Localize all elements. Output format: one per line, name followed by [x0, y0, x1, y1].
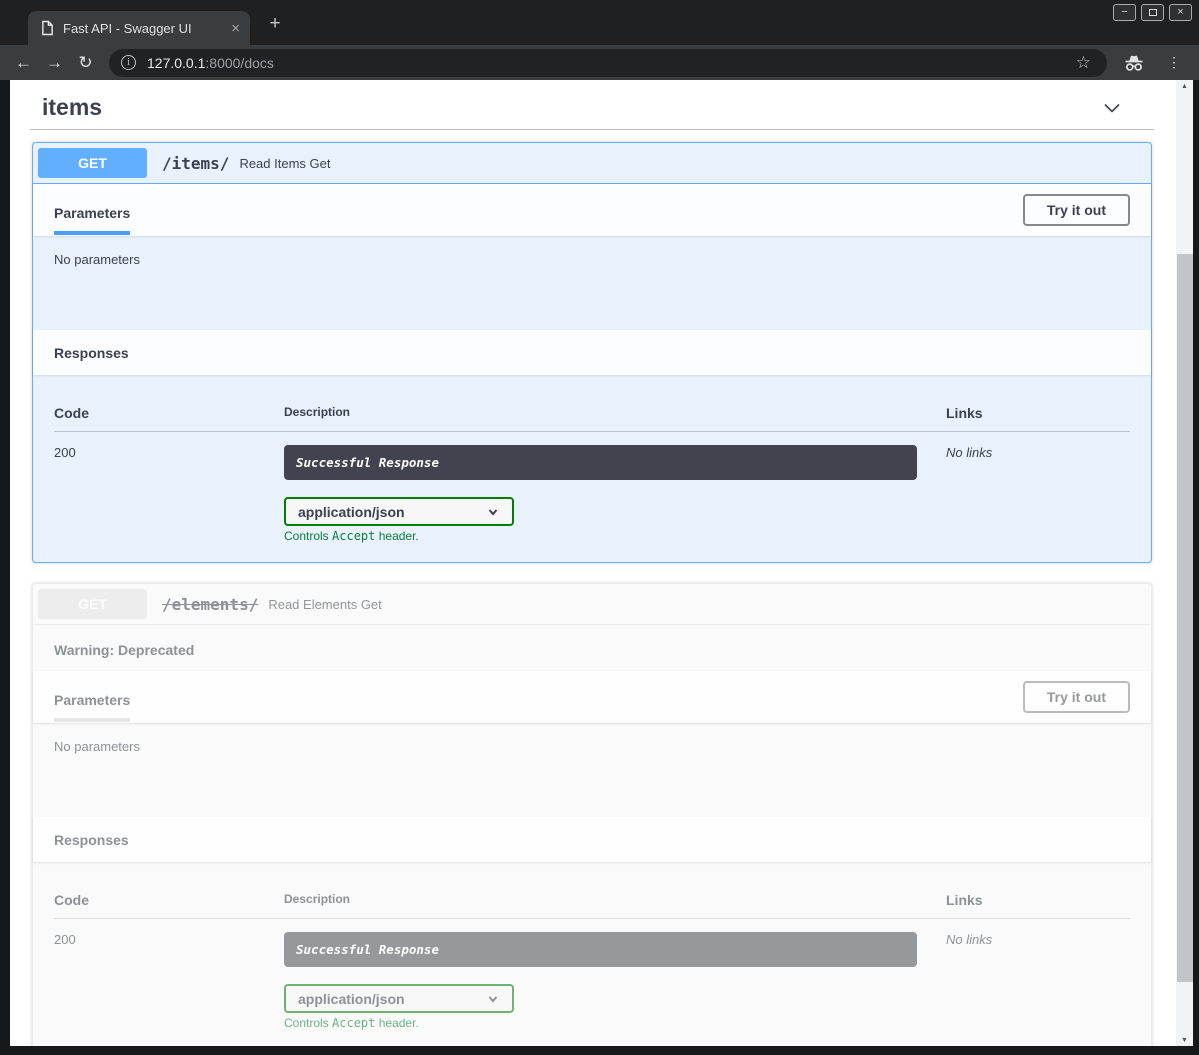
parameters-header: Parameters Try it out [33, 671, 1151, 723]
url-text: 127.0.0.1:8000/docs [147, 55, 274, 71]
responses-title: Responses [54, 832, 129, 848]
browser-window: Fast API - Swagger UI × + − × ← → ↻ i 12… [0, 0, 1199, 1055]
try-it-out-button[interactable]: Try it out [1023, 681, 1130, 713]
tag-section-header[interactable]: items [32, 80, 1152, 127]
column-links: Links [946, 892, 1130, 908]
accept-header-note: Controls Accept header. [284, 529, 946, 543]
url-host: 127.0.0.1 [147, 55, 205, 71]
back-button[interactable]: ← [8, 53, 39, 73]
scroll-down-icon[interactable]: ▼ [1176, 1037, 1193, 1044]
responses-header: Responses [33, 817, 1151, 862]
window-controls: − × [1113, 4, 1192, 21]
tab-title: Fast API - Swagger UI [63, 21, 225, 36]
links-value: No links [946, 445, 1130, 543]
media-type-select[interactable]: application/json [284, 984, 514, 1013]
select-chevron-icon [486, 992, 500, 1006]
accept-header-note: Controls Accept header. [284, 1016, 946, 1030]
endpoint-path: /items/ [157, 154, 229, 173]
media-type-value: application/json [298, 991, 405, 1007]
scroll-up-icon[interactable]: ▲ [1176, 83, 1193, 90]
column-code: Code [54, 892, 284, 908]
browser-viewport: items GET /items/ Read Items Get Paramet… [0, 80, 1199, 1055]
responses-title: Responses [54, 345, 129, 361]
media-type-select[interactable]: application/json [284, 497, 514, 526]
responses-table-head: Code Description Links [54, 405, 1130, 432]
method-badge: GET [38, 589, 147, 619]
select-chevron-icon [486, 505, 500, 519]
browser-menu-icon[interactable]: ⋮ [1155, 54, 1189, 71]
try-it-out-button[interactable]: Try it out [1023, 194, 1130, 226]
media-type-value: application/json [298, 504, 405, 520]
response-row: 200 Successful Response application/json… [54, 919, 1130, 1030]
incognito-icon [1113, 53, 1155, 73]
responses-table: Code Description Links 200 Successful Re… [33, 375, 1151, 562]
reload-button[interactable]: ↻ [70, 53, 101, 73]
tag-title: items [42, 94, 102, 121]
tab-strip: Fast API - Swagger UI × + − × [0, 0, 1199, 45]
endpoint-summary-text: Read Items Get [239, 156, 330, 171]
scrollbar-thumb[interactable] [1177, 254, 1193, 982]
parameters-header: Parameters Try it out [33, 184, 1151, 236]
maximize-icon [1149, 9, 1157, 16]
window-maximize-button[interactable] [1141, 4, 1164, 21]
tab-close-icon[interactable]: × [231, 20, 240, 37]
endpoint-path: /elements/ [157, 595, 258, 614]
column-description: Description [284, 892, 946, 908]
responses-table-head: Code Description Links [54, 892, 1130, 919]
column-code: Code [54, 405, 284, 421]
page-scrollbar[interactable]: ▲ ▼ [1176, 80, 1193, 1046]
response-description-box: Successful Response [284, 445, 917, 480]
tab-parameters[interactable]: Parameters [54, 673, 130, 722]
responses-header: Responses [33, 330, 1151, 375]
window-close-button[interactable]: × [1169, 4, 1192, 21]
opblock-get-items: GET /items/ Read Items Get Parameters Tr… [32, 142, 1152, 563]
status-code: 200 [54, 445, 284, 543]
column-description: Description [284, 405, 946, 421]
endpoint-summary-items[interactable]: GET /items/ Read Items Get [33, 143, 1151, 184]
new-tab-button[interactable]: + [264, 13, 286, 35]
links-value: No links [946, 932, 1130, 1030]
browser-toolbar: ← → ↻ i 127.0.0.1:8000/docs ☆ ⋮ [0, 45, 1199, 80]
status-code: 200 [54, 932, 284, 1030]
address-bar[interactable]: i 127.0.0.1:8000/docs ☆ [109, 49, 1107, 77]
site-info-icon[interactable]: i [121, 55, 136, 70]
page-favicon-icon [41, 20, 54, 36]
method-badge: GET [38, 148, 147, 178]
tab-parameters[interactable]: Parameters [54, 186, 130, 235]
forward-button[interactable]: → [39, 53, 70, 73]
response-row: 200 Successful Response application/json… [54, 432, 1130, 543]
window-minimize-button[interactable]: − [1113, 4, 1136, 21]
minimize-icon: − [1121, 7, 1127, 18]
url-path: :8000/docs [205, 55, 274, 71]
deprecated-warning: Warning: Deprecated [33, 625, 1151, 671]
close-icon: × [1177, 7, 1183, 18]
endpoint-summary-text: Read Elements Get [268, 597, 381, 612]
browser-tab[interactable]: Fast API - Swagger UI × [28, 11, 250, 45]
endpoint-summary-elements[interactable]: GET /elements/ Read Elements Get [33, 584, 1151, 625]
no-parameters-text: No parameters [33, 723, 1151, 817]
no-parameters-text: No parameters [33, 236, 1151, 330]
opblock-get-elements-deprecated: GET /elements/ Read Elements Get Warning… [32, 583, 1152, 1046]
column-links: Links [946, 405, 1130, 421]
responses-table: Code Description Links 200 Successful Re… [33, 862, 1151, 1046]
bookmark-star-icon[interactable]: ☆ [1066, 53, 1101, 73]
tag-divider [30, 129, 1154, 130]
chevron-down-icon[interactable] [1100, 96, 1124, 120]
swagger-page: items GET /items/ Read Items Get Paramet… [10, 80, 1176, 1046]
response-description-box: Successful Response [284, 932, 917, 967]
